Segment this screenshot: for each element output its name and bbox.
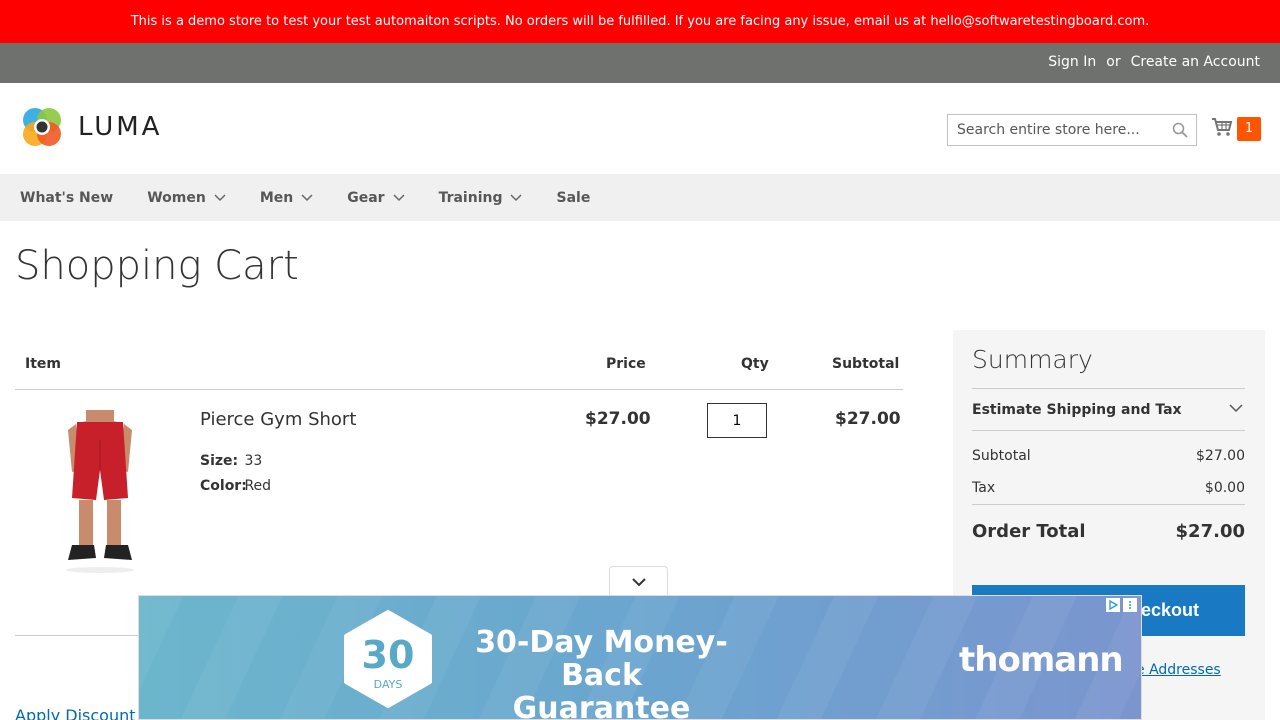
nav-item-women[interactable]: Women	[147, 190, 226, 206]
nav-item-label: Gear	[347, 189, 385, 206]
ad-brand-logo: thomann	[959, 640, 1124, 680]
order-total-label: Order Total	[972, 521, 1086, 542]
column-header-qty: Qty	[741, 356, 769, 372]
ad-collapse-button[interactable]	[609, 566, 668, 597]
luma-logo[interactable]: LUMA	[20, 105, 162, 149]
nav-item-label: Training	[438, 189, 503, 206]
search-box	[947, 114, 1197, 146]
ad-more-icon	[1123, 598, 1137, 612]
nav-item-label: Men	[259, 189, 294, 206]
chevron-down-icon	[214, 193, 226, 201]
sign-in-link[interactable]: Sign In	[1048, 54, 1096, 70]
search-input[interactable]	[948, 115, 1163, 145]
main-nav: What's New Women Men Gear Training Sale	[0, 174, 1280, 221]
column-header-subtotal: Subtotal	[832, 356, 900, 372]
product-option-size: Size: 33	[200, 453, 262, 469]
nav-item-whats-new[interactable]: What's New	[20, 190, 113, 206]
option-label: Size:	[200, 453, 239, 469]
nav-item-label: Women	[147, 189, 206, 206]
chevron-down-icon	[510, 193, 523, 201]
logo-text: LUMA	[78, 112, 163, 142]
summary-divider	[972, 388, 1245, 389]
header-divider	[15, 389, 903, 390]
cart-count-badge: 1	[1237, 117, 1261, 141]
column-header-item: Item	[25, 356, 61, 372]
chevron-down-icon	[301, 193, 313, 201]
apply-discount-link[interactable]: Apply Discount C	[15, 706, 152, 720]
item-price: $27.00	[585, 409, 651, 429]
product-name-link[interactable]: Pierce Gym Short	[200, 409, 356, 430]
chevron-down-icon	[393, 193, 405, 201]
chevron-down-icon	[631, 578, 646, 587]
site-header: LUMA 1	[0, 83, 1280, 174]
column-header-price: Price	[606, 356, 646, 372]
chevron-down-icon[interactable]	[1229, 404, 1243, 413]
ad-headline-line1: 30-Day Money-Back	[475, 625, 728, 693]
option-label: Color:	[200, 478, 247, 494]
hexagon-badge-icon: 30 DAYS	[344, 610, 432, 708]
tax-row: Tax $0.00	[972, 480, 1245, 496]
summary-divider	[972, 430, 1245, 431]
qty-input[interactable]	[707, 403, 767, 438]
subtotal-row: Subtotal $27.00	[972, 448, 1245, 464]
create-account-link[interactable]: Create an Account	[1131, 54, 1260, 70]
estimate-shipping-toggle[interactable]: Estimate Shipping and Tax	[972, 402, 1182, 418]
auth-or-text: or	[1106, 54, 1121, 70]
nav-item-gear[interactable]: Gear	[347, 189, 405, 206]
summary-title: Summary	[972, 345, 1093, 374]
summary-divider	[972, 504, 1245, 505]
option-value: Red	[244, 478, 272, 494]
ad-choices-badge[interactable]	[1106, 598, 1137, 612]
ad-headline: 30-Day Money-Back Guarantee	[449, 625, 754, 720]
nav-item-label: What's New	[20, 189, 114, 206]
tax-value: $0.00	[1204, 480, 1245, 496]
nav-item-training[interactable]: Training	[439, 190, 523, 206]
ad-hex-number: 30	[362, 633, 415, 677]
ad-choices-icon	[1106, 598, 1120, 612]
demo-notice-text: This is a demo store to test your test a…	[130, 14, 1150, 29]
subtotal-value: $27.00	[1196, 448, 1245, 464]
demo-notice-bar: This is a demo store to test your test a…	[0, 0, 1280, 43]
nav-item-sale[interactable]: Sale	[556, 190, 590, 206]
item-subtotal: $27.00	[835, 409, 901, 429]
ad-hex-days: DAYS	[374, 678, 403, 691]
cart-icon	[1211, 117, 1233, 141]
minicart[interactable]: 1	[1211, 117, 1261, 141]
page-title: Shopping Cart	[15, 243, 299, 289]
nav-item-men[interactable]: Men	[260, 190, 313, 206]
nav-item-label: Sale	[556, 189, 591, 206]
luma-logo-icon	[23, 108, 61, 146]
option-value: 33	[244, 453, 263, 469]
product-option-color: Color: Red	[200, 478, 271, 494]
auth-bar: Sign In or Create an Account	[0, 43, 1280, 83]
product-image[interactable]	[50, 410, 150, 575]
multiple-addresses-link[interactable]: e Addresses	[1136, 662, 1221, 678]
ad-banner[interactable]: 30 DAYS 30-Day Money-Back Guarantee thom…	[138, 595, 1142, 720]
order-total-row: Order Total $27.00	[972, 521, 1245, 542]
order-total-value: $27.00	[1175, 521, 1245, 542]
ad-headline-line2: Guarantee	[512, 691, 691, 720]
subtotal-label: Subtotal	[972, 448, 1031, 464]
search-icon[interactable]	[1172, 122, 1188, 142]
tax-label: Tax	[972, 480, 996, 496]
